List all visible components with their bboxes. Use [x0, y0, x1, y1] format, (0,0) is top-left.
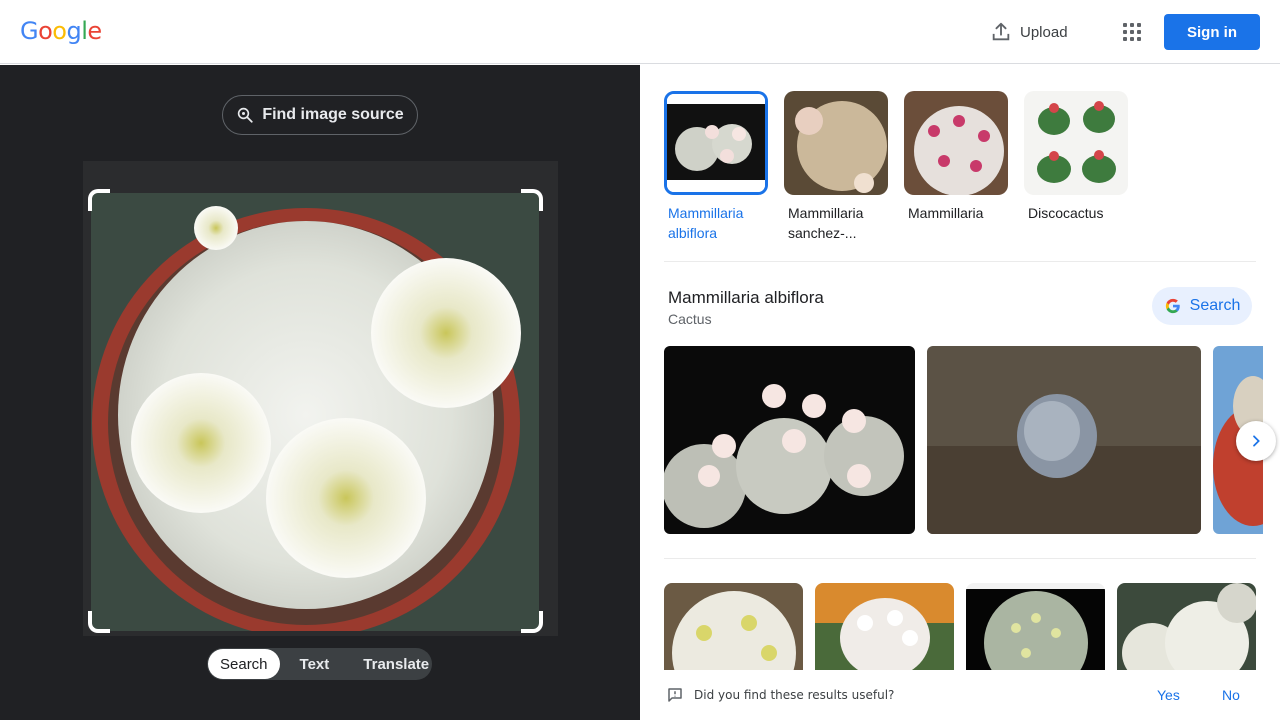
entity-label: Mammillaria [908, 205, 984, 221]
entity-chip-mammillaria-sanchez[interactable]: Mammillaria sanchez-... [784, 91, 888, 243]
entity-label: Mammillaria sanchez-... [788, 205, 864, 241]
visual-match-image-3[interactable] [966, 583, 1105, 683]
crop-corner-bottom-left[interactable] [88, 611, 110, 633]
crop-corner-bottom-right[interactable] [521, 611, 543, 633]
logo-letter-e: e [87, 17, 102, 45]
entity-thumbnail [1024, 91, 1128, 195]
mode-text-tab[interactable]: Text [288, 649, 342, 679]
results-pane: Mammillaria albiflora Mammillaria sanche… [640, 65, 1280, 720]
google-logo[interactable]: Google [20, 17, 102, 45]
entity-search-label: Search [1189, 297, 1241, 314]
feedback-question: Did you find these results useful? [694, 688, 895, 702]
find-image-source-label: Find image source [262, 106, 404, 123]
upload-icon [992, 22, 1010, 41]
feedback-icon [668, 688, 682, 702]
entity-thumbnail [664, 91, 768, 195]
feedback-no-button[interactable]: No [1222, 687, 1240, 703]
feedback-bar: Did you find these results useful? Yes N… [640, 670, 1280, 720]
entity-label: Mammillaria albiflora [668, 205, 744, 241]
lens-search-icon [238, 107, 253, 123]
upload-label: Upload [1020, 23, 1068, 41]
logo-letter-g2: g [66, 17, 82, 45]
sign-in-button[interactable]: Sign in [1164, 14, 1260, 50]
divider [664, 261, 1256, 262]
visual-match-image-2[interactable] [815, 583, 954, 683]
mode-search-tab[interactable]: Search [208, 649, 280, 679]
knowledge-title: Mammillaria albiflora [668, 288, 824, 307]
entity-label: Discocactus [1028, 205, 1104, 221]
query-image-frame[interactable] [83, 161, 558, 636]
chevron-right-icon [1253, 435, 1260, 447]
query-image-pane: Find image source Search Text Translate [0, 65, 640, 720]
logo-letter-o1: o [38, 17, 53, 45]
crop-corner-top-left[interactable] [88, 189, 110, 211]
knowledge-subtitle: Cactus [668, 311, 712, 327]
logo-letter-g: G [20, 17, 39, 45]
visual-match-image-1[interactable] [664, 583, 803, 683]
mode-translate-tab[interactable]: Translate [351, 649, 441, 679]
gallery-image-1[interactable] [664, 346, 915, 534]
crop-corner-top-right[interactable] [521, 189, 543, 211]
gallery-image-2[interactable] [927, 346, 1201, 534]
visual-match-image-4[interactable] [1117, 583, 1256, 683]
upload-button[interactable]: Upload [990, 18, 1068, 46]
divider [664, 558, 1256, 559]
logo-letter-o2: o [52, 17, 67, 45]
feedback-yes-button[interactable]: Yes [1157, 687, 1180, 703]
entity-chip-mammillaria-albiflora[interactable]: Mammillaria albiflora [664, 91, 768, 243]
apps-grid-icon[interactable] [1120, 20, 1144, 44]
entity-chip-mammillaria[interactable]: Mammillaria [904, 91, 1008, 243]
lens-mode-switch: Search Text Translate [207, 648, 432, 680]
related-entities-row: Mammillaria albiflora Mammillaria sanche… [664, 91, 1128, 243]
entity-chip-discocactus[interactable]: Discocactus [1024, 91, 1128, 243]
entity-thumbnail [784, 91, 888, 195]
entity-search-button[interactable]: Search [1152, 287, 1252, 325]
find-image-source-button[interactable]: Find image source [222, 95, 418, 135]
query-image [91, 193, 539, 631]
entity-thumbnail [904, 91, 1008, 195]
google-g-icon [1165, 298, 1180, 314]
top-bar: Google Upload Sign in [0, 0, 1280, 64]
gallery-next-button[interactable] [1236, 421, 1276, 461]
